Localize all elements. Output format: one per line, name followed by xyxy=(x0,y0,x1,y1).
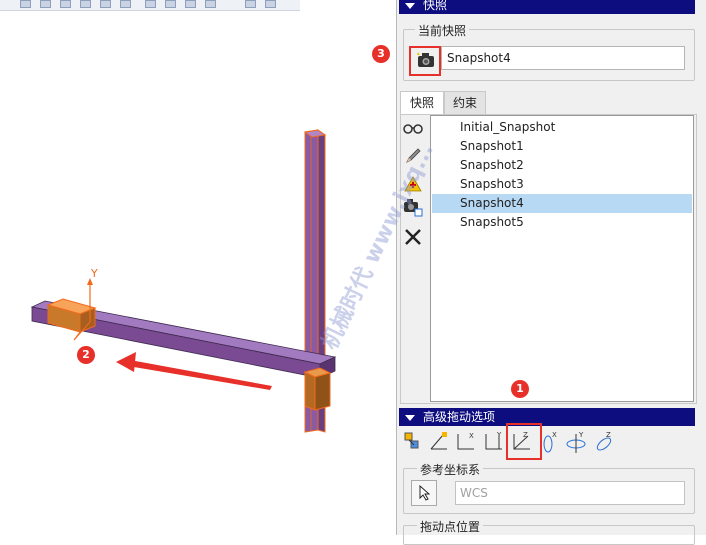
rotate-z-icon[interactable]: Z xyxy=(593,429,615,457)
snapshot-section-header[interactable]: 快照 xyxy=(399,0,695,14)
drag-plane-icon[interactable] xyxy=(428,429,450,457)
collapse-triangle-icon[interactable] xyxy=(405,414,415,421)
axis-label-y: Y xyxy=(90,267,98,280)
translate-y-icon[interactable]: Y xyxy=(483,429,505,457)
svg-text:Z: Z xyxy=(606,431,611,439)
glasses-icon[interactable] xyxy=(403,118,423,138)
advanced-drag-header[interactable]: 高级拖动选项 xyxy=(399,408,695,426)
highlight-box-camera xyxy=(409,46,441,76)
snapshot-list[interactable]: Initial_Snapshot Snapshot1 Snapshot2 Sna… xyxy=(430,115,694,402)
svg-text:Y: Y xyxy=(496,431,502,439)
list-item[interactable]: Snapshot1 xyxy=(432,137,692,156)
step-marker-2: 2 xyxy=(77,346,95,364)
highlight-box-translate-z xyxy=(506,423,542,460)
ref-coord-label: 参考坐标系 xyxy=(417,461,484,478)
drag-point-label: 拖动点位置 xyxy=(417,518,484,535)
tab-constraint[interactable]: 约束 xyxy=(444,91,486,114)
list-item-selected[interactable]: Snapshot4 xyxy=(432,194,692,213)
step-marker-1: 1 xyxy=(511,380,529,398)
tab-snapshot[interactable]: 快照 xyxy=(400,91,444,114)
svg-text:Y: Y xyxy=(578,431,584,439)
select-coord-button[interactable] xyxy=(411,480,437,506)
collapse-triangle-icon[interactable] xyxy=(405,2,415,9)
translate-x-icon[interactable]: X xyxy=(455,429,477,457)
drag-free-icon[interactable] xyxy=(402,429,424,457)
rotate-y-icon[interactable]: Y xyxy=(565,429,587,457)
left-sleeve[interactable] xyxy=(46,298,97,333)
list-item[interactable]: Snapshot2 xyxy=(432,156,692,175)
list-item[interactable]: Snapshot5 xyxy=(432,213,692,232)
current-snapshot-field[interactable]: Snapshot4 xyxy=(441,46,685,70)
delete-x-icon[interactable] xyxy=(403,227,423,247)
current-snapshot-label: 当前快照 xyxy=(415,22,470,39)
ref-coord-field[interactable]: WCS xyxy=(455,481,685,505)
joint-block[interactable] xyxy=(303,367,332,411)
svg-text:X: X xyxy=(469,432,474,440)
section-title: 快照 xyxy=(423,0,448,12)
section-title: 高级拖动选项 xyxy=(423,410,496,424)
3d-viewport[interactable]: Y 2 xyxy=(0,0,396,535)
list-item[interactable]: Snapshot3 xyxy=(432,175,692,194)
list-item[interactable]: Initial_Snapshot xyxy=(432,118,692,137)
assembly-model[interactable]: Y xyxy=(0,0,396,535)
cursor-arrow-icon xyxy=(419,485,430,501)
step-marker-3: 3 xyxy=(372,45,390,63)
svg-text:X: X xyxy=(552,431,557,439)
